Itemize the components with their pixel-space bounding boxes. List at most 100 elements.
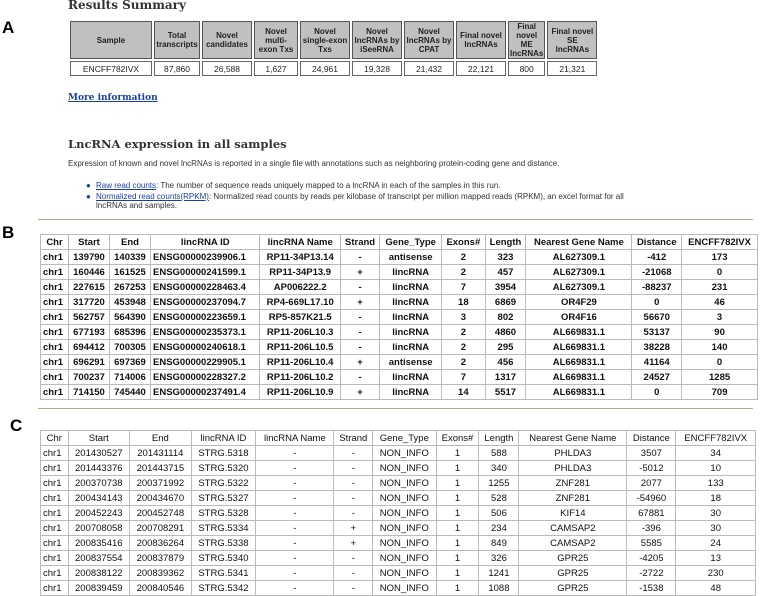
table-cell: 200835416 [67,535,131,551]
table-cell: 326 [478,550,520,566]
table-cell: chr1 [40,490,69,506]
summary-cell: 19,328 [352,61,402,76]
table-row: chr1 200835416 200836264 STRG.5338- + NON_INF… [40,535,756,551]
table-cell: 230 [675,565,756,581]
table-cell: ENSG00000228327.2 [149,369,261,385]
table-cell: 1255 [478,475,520,491]
table-row: chr1 201443376 201443715 STRG.5320- - NON_INF… [40,460,756,476]
table-cell: STRG.5338 [190,535,257,551]
table-cell: CAMSAP2 [518,535,628,551]
table-cell: lincRNA [379,264,443,280]
table-cell: ENSG00000223659.1 [149,309,261,325]
more-information-link[interactable]: More information [68,93,158,103]
summary-header-cell: Final novel ME lncRNAs [508,21,546,59]
column-header: ENCFF782IVX [681,234,758,250]
results-summary-title: Results Summary [68,0,186,12]
table-row: chr1 139790 140339 ENSG00000239906.1 RP11-34… [40,249,758,265]
table-cell: 200371992 [129,475,192,491]
table-cell: 53137 [631,324,683,340]
table-cell: 13 [675,550,756,566]
table-cell: 201431114 [129,445,192,461]
table-cell: antisense [379,354,443,370]
table-cell: 200840546 [129,580,192,596]
table-cell: 453948 [109,294,151,310]
table-cell: - [255,565,335,581]
results-summary-table: Sample Total transcripts Novel candidate… [68,19,599,78]
table-cell: chr1 [40,264,69,280]
summary-header-cell: Final novel lncRNAs [456,21,506,59]
table-cell: 3954 [484,279,527,295]
table-cell: 685396 [109,324,151,340]
column-header: lincRNA ID [149,234,261,250]
table-cell: RP11-206L10.9 [259,384,341,400]
table-cell: AL627309.1 [525,279,633,295]
table-cell: 0 [681,354,758,370]
table-cell: 231 [681,279,758,295]
table-row: chr1 227615 267253 ENSG00000228463.4 AP00622… [40,279,758,295]
divider [38,219,753,220]
table-cell: 201443715 [129,460,192,476]
table-row: chr1 317720 453948 ENSG00000237094.7 RP4-669… [40,294,758,310]
table-cell: - [339,279,381,295]
column-header: lincRNA Name [255,430,335,446]
table-cell: RP11-34P13.9 [259,264,341,280]
table-cell: chr1 [40,535,69,551]
table-cell: KIF14 [518,505,628,521]
table-cell: 802 [484,309,527,325]
table-cell: RP11-206L10.2 [259,369,341,385]
table-cell: 14 [441,384,486,400]
raw-read-counts-link[interactable]: Raw read counts [96,181,156,190]
column-header: Distance [631,234,683,250]
table-cell: 528 [478,490,520,506]
table-cell: + [339,384,381,400]
column-header: Distance [626,430,677,446]
column-header: Exons# [441,234,486,250]
table-cell: 90 [681,324,758,340]
table-cell: 48 [675,580,756,596]
novel-lncrna-table: Chr Start End lincRNA ID lincRNA Name Strand G… [40,430,756,596]
table-cell: AP006222.2 [259,279,341,295]
table-row: chr1 200452243 200452748 STRG.5328- - NON_INF… [40,505,756,521]
table-cell: + [333,535,374,551]
table-cell: 849 [478,535,520,551]
table-cell: 3507 [626,445,677,461]
table-cell: 18 [441,294,486,310]
table-cell: OR4F29 [525,294,633,310]
lncrna-expression-description: Expression of known and novel lncRNAs is… [68,159,560,168]
table-cell: chr1 [40,520,69,536]
table-cell: NON_INFO [372,565,437,581]
table-cell: -396 [626,520,677,536]
table-cell: 1 [435,460,480,476]
table-cell: PHLDA3 [518,445,628,461]
normalized-read-counts-link[interactable]: Normalized read counts(RPKM) [96,192,209,201]
column-header: ENCFF782IVX [675,430,756,446]
table-cell: 1 [435,580,480,596]
table-cell: 1285 [681,369,758,385]
column-header: Chr [40,234,69,250]
table-cell: ENSG00000235373.1 [149,324,261,340]
column-header: Start [67,430,131,446]
table-cell: -21068 [631,264,683,280]
table-cell: - [255,445,335,461]
table-cell: 456 [484,354,527,370]
summary-data-row: ENCFF782IVX 87,860 26,588 1,627 24,961 1… [70,61,598,76]
table-cell: -4205 [626,550,677,566]
table-cell: 3 [681,309,758,325]
column-header: End [109,234,151,250]
panel-label-c: C [10,416,23,435]
table-cell: 697369 [109,354,151,370]
table-row: chr1 200839459 200840546 STRG.5342- - NON_INF… [40,580,756,596]
table-cell: chr1 [40,384,69,400]
table-cell: -88237 [631,279,683,295]
table-cell: 160446 [68,264,110,280]
table-cell: 3 [441,309,486,325]
table-cell: 457 [484,264,527,280]
summary-cell: 26,588 [202,61,252,76]
table-cell: AL627309.1 [525,249,633,265]
table-cell: ENSG00000229905.1 [149,354,261,370]
column-header: End [129,430,192,446]
table-cell: RP4-669L17.10 [259,294,341,310]
table-cell: - [333,490,374,506]
column-header: Strand [333,430,374,446]
table-cell: - [255,505,335,521]
